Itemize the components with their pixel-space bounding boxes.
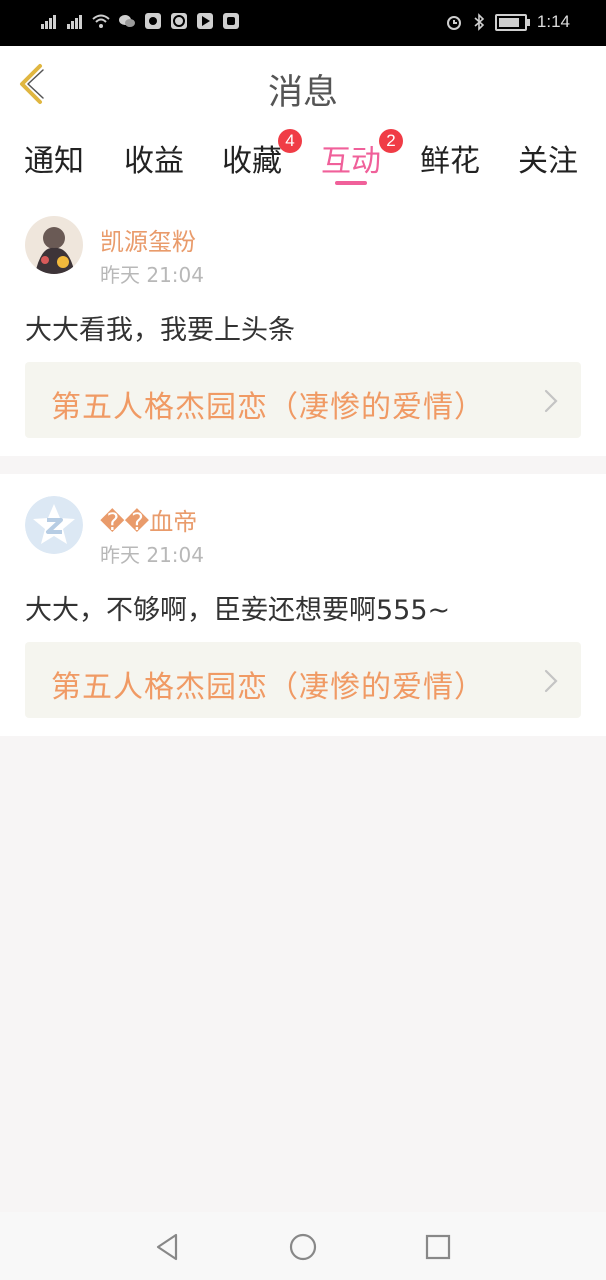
tab-label: 关注	[518, 144, 578, 179]
tab-label: 收益	[124, 144, 184, 179]
battery-icon	[494, 13, 530, 31]
status-icons-left	[40, 12, 240, 30]
wifi-icon	[92, 14, 110, 28]
system-nav-bar	[0, 1212, 606, 1280]
status-bar: 1:14	[0, 0, 606, 46]
nav-recents-icon[interactable]	[421, 1230, 455, 1264]
app-icon-2	[171, 13, 187, 29]
avatar[interactable]	[25, 496, 83, 554]
avatar-image-icon	[25, 216, 83, 274]
nav-home-icon[interactable]	[286, 1230, 320, 1264]
chevron-right-icon	[544, 669, 558, 693]
header: 消息	[0, 46, 606, 121]
interactions-badge: 2	[379, 129, 403, 153]
default-avatar-icon	[25, 496, 83, 554]
message-content: 大大看我，我要上头条	[25, 315, 295, 346]
tab-following[interactable]: 关注	[518, 136, 578, 180]
tab-flowers[interactable]: 鲜花	[420, 136, 480, 180]
tab-bar: 通知 收益 收藏 4 互动 2 鲜花 关注	[0, 120, 606, 194]
active-tab-indicator	[335, 181, 367, 185]
message-card: 凯源玺粉 昨天 21:04 大大看我，我要上头条 第五人格杰园恋（凄惨的爱情）	[0, 194, 606, 456]
timestamp: 昨天 21:04	[100, 543, 204, 567]
nav-back-icon[interactable]	[150, 1230, 184, 1264]
status-icons-right: 1:14	[445, 12, 570, 32]
status-time: 1:14	[536, 12, 570, 31]
tab-label: 互动	[321, 144, 381, 179]
avatar[interactable]	[25, 216, 83, 274]
signal-icon-2	[67, 15, 82, 29]
username[interactable]: ��血帝	[100, 502, 197, 537]
message-content: 大大，不够啊，臣妾还想要啊555~	[25, 595, 451, 626]
signal-icon	[41, 15, 56, 29]
message-card: ��血帝 昨天 21:04 大大，不够啊，臣妾还想要啊555~ 第五人格杰园恋（…	[0, 474, 606, 736]
page-title: 消息	[267, 73, 338, 113]
story-link[interactable]: 第五人格杰园恋（凄惨的爱情）	[25, 642, 581, 718]
tab-label: 收藏	[222, 144, 282, 179]
chevron-right-icon	[544, 389, 558, 413]
story-link[interactable]: 第五人格杰园恋（凄惨的爱情）	[25, 362, 581, 438]
tab-label: 通知	[24, 144, 84, 179]
username[interactable]: 凯源玺粉	[100, 222, 196, 257]
tab-notifications[interactable]: 通知	[24, 136, 84, 180]
tab-interactions[interactable]: 互动 2	[321, 129, 403, 185]
favorites-badge: 4	[278, 129, 302, 153]
story-link-title: 第五人格杰园恋（凄惨的爱情）	[51, 390, 485, 425]
tab-favorites[interactable]: 收藏 4	[222, 129, 302, 180]
app-icon-3	[223, 13, 239, 29]
app-icon-1	[145, 13, 161, 29]
bluetooth-icon	[474, 13, 485, 31]
wechat-icon	[119, 15, 135, 27]
alarm-icon	[446, 16, 461, 30]
tab-earnings[interactable]: 收益	[124, 136, 184, 180]
play-store-icon	[197, 13, 213, 29]
story-link-title: 第五人格杰园恋（凄惨的爱情）	[51, 670, 485, 705]
tab-label: 鲜花	[420, 144, 480, 179]
timestamp: 昨天 21:04	[100, 263, 204, 287]
